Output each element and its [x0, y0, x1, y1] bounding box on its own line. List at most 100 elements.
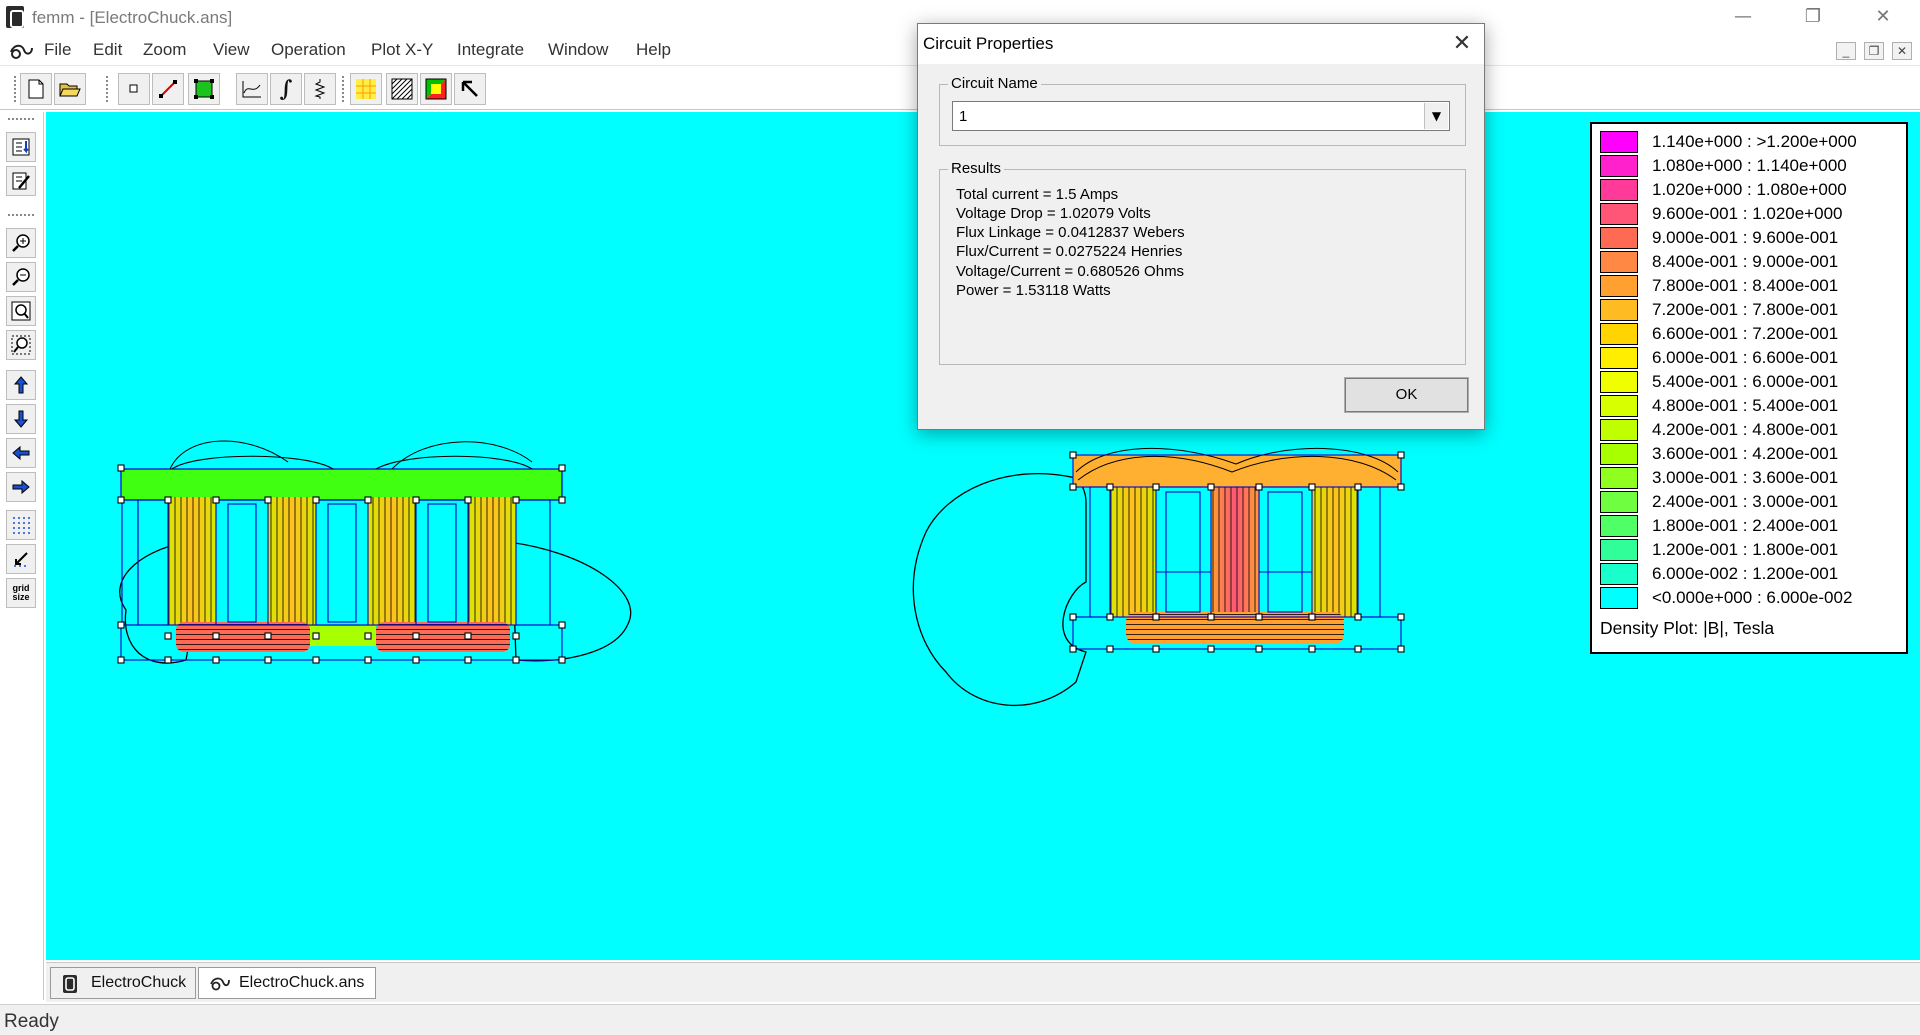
- minimize-button[interactable]: —: [1720, 2, 1766, 32]
- femm-app-icon: [6, 6, 24, 28]
- restore-button[interactable]: ❐: [1790, 2, 1836, 32]
- tab-label: ElectroChuck.ans: [239, 974, 365, 991]
- show-grid-icon[interactable]: [6, 510, 36, 540]
- snap-grid-icon[interactable]: [6, 544, 36, 574]
- ok-button[interactable]: OK: [1344, 377, 1469, 413]
- toolbar-grip[interactable]: [8, 214, 34, 217]
- edit-props-icon[interactable]: [6, 166, 36, 196]
- mdi-restore-button[interactable]: ❐: [1864, 42, 1884, 60]
- legend-swatch: [1600, 203, 1638, 225]
- dialog-title: Circuit Properties: [923, 34, 1054, 53]
- toolbar-grip[interactable]: [106, 76, 109, 102]
- legend-row: 3.600e-001 : 4.200e-001: [1600, 442, 1900, 466]
- legend-range: 1.200e-001 : 1.800e-001: [1652, 540, 1839, 559]
- legend-row: 3.000e-001 : 3.600e-001: [1600, 466, 1900, 490]
- postprocessor-icon: [209, 974, 231, 994]
- contour-plot-icon[interactable]: [350, 73, 382, 105]
- zoom-in-icon[interactable]: [6, 228, 36, 258]
- legend-row: 6.000e-002 : 1.200e-001: [1600, 562, 1900, 586]
- close-button[interactable]: ✕: [1860, 2, 1906, 32]
- menu-view[interactable]: View: [213, 40, 250, 60]
- legend-swatch: [1600, 395, 1638, 417]
- circuit-name-dropdown[interactable]: 1 ▼: [952, 101, 1450, 131]
- results-label: Results: [948, 160, 1005, 177]
- legend-swatch: [1600, 491, 1638, 513]
- legend-range: 1.080e+000 : 1.140e+000: [1652, 156, 1847, 175]
- legend-swatch: [1600, 227, 1638, 249]
- zoom-window-icon[interactable]: [6, 330, 36, 360]
- result-flux-per-current: Flux/Current = 0.0275224 Henries: [956, 243, 1183, 260]
- pan-right-icon[interactable]: [6, 472, 36, 502]
- result-voltage-drop: Voltage Drop = 1.02079 Volts: [956, 205, 1151, 222]
- legend-range: 7.200e-001 : 7.800e-001: [1652, 300, 1839, 319]
- result-flux-linkage: Flux Linkage = 0.0412837 Webers: [956, 224, 1185, 241]
- line-mode-icon[interactable]: [152, 73, 184, 105]
- menu-file[interactable]: File: [44, 40, 71, 60]
- postprocessor-icon[interactable]: [8, 40, 34, 62]
- grid-size-button[interactable]: grid size: [6, 578, 36, 608]
- pan-up-icon[interactable]: [6, 370, 36, 400]
- legend-range: 1.020e+000 : 1.080e+000: [1652, 180, 1847, 199]
- integrate-icon[interactable]: ∫: [270, 73, 302, 105]
- show-mesh-icon[interactable]: [6, 132, 36, 162]
- menu-window[interactable]: Window: [548, 40, 608, 60]
- toolbar-grip[interactable]: [14, 76, 17, 102]
- legend-row: 1.800e-001 : 2.400e-001: [1600, 514, 1900, 538]
- legend-range: 1.800e-001 : 2.400e-001: [1652, 516, 1839, 535]
- legend-swatch: [1600, 347, 1638, 369]
- open-file-icon[interactable]: [54, 73, 86, 105]
- menu-edit[interactable]: Edit: [93, 40, 122, 60]
- tab-electrochuck[interactable]: ElectroChuck: [50, 967, 196, 999]
- pan-down-icon[interactable]: [6, 404, 36, 434]
- menu-operation[interactable]: Operation: [271, 40, 346, 60]
- new-file-icon[interactable]: [20, 73, 52, 105]
- pan-left-icon[interactable]: [6, 438, 36, 468]
- zoom-natural-icon[interactable]: [6, 296, 36, 326]
- block-mode-icon[interactable]: [188, 73, 220, 105]
- toolbar-grip[interactable]: [342, 76, 345, 102]
- legend-swatch: [1600, 515, 1638, 537]
- menu-integrate[interactable]: Integrate: [457, 40, 524, 60]
- left-toolbar: grid size: [0, 112, 44, 1000]
- legend-swatch: [1600, 155, 1638, 177]
- left-model: [117, 440, 632, 664]
- vector-plot-icon[interactable]: [386, 73, 418, 105]
- legend-swatch: [1600, 419, 1638, 441]
- legend-row: 2.400e-001 : 3.000e-001: [1600, 490, 1900, 514]
- mdi-close-button[interactable]: ✕: [1892, 42, 1912, 60]
- toolbar-grip[interactable]: [8, 118, 34, 121]
- legend-row: 1.200e-001 : 1.800e-001: [1600, 538, 1900, 562]
- select-arrow-icon[interactable]: [454, 73, 486, 105]
- tab-label: ElectroChuck: [91, 974, 187, 991]
- menu-zoom[interactable]: Zoom: [143, 40, 186, 60]
- legend-row: 6.000e-001 : 6.600e-001: [1600, 346, 1900, 370]
- density-plot-icon[interactable]: [420, 73, 452, 105]
- dialog-close-button[interactable]: ✕: [1444, 28, 1480, 60]
- legend-row: 7.200e-001 : 7.800e-001: [1600, 298, 1900, 322]
- circuit-props-icon[interactable]: [304, 73, 336, 105]
- legend-swatch: [1600, 539, 1638, 561]
- legend-range: 4.200e-001 : 4.800e-001: [1652, 420, 1839, 439]
- circuit-properties-dialog: Circuit Properties ✕ Circuit Name 1 ▼ Re…: [917, 23, 1485, 430]
- legend-swatch: [1600, 563, 1638, 585]
- point-mode-icon[interactable]: [118, 73, 150, 105]
- legend-row: 1.020e+000 : 1.080e+000: [1600, 178, 1900, 202]
- menu-help[interactable]: Help: [636, 40, 671, 60]
- legend-row: 9.600e-001 : 1.020e+000: [1600, 202, 1900, 226]
- legend-range: 9.000e-001 : 9.600e-001: [1652, 228, 1839, 247]
- tab-electrochuck-ans[interactable]: ElectroChuck.ans: [198, 967, 376, 999]
- zoom-out-icon[interactable]: [6, 262, 36, 292]
- legend-row: 6.600e-001 : 7.200e-001: [1600, 322, 1900, 346]
- legend-row: 4.200e-001 : 4.800e-001: [1600, 418, 1900, 442]
- legend-row: 5.400e-001 : 6.000e-001: [1600, 370, 1900, 394]
- mdi-minimize-button[interactable]: _: [1836, 42, 1856, 60]
- plot-xy-icon[interactable]: [236, 73, 268, 105]
- chevron-down-icon[interactable]: ▼: [1424, 103, 1448, 129]
- legend-range: <0.000e+000 : 6.000e-002: [1652, 588, 1853, 607]
- legend-range: 3.600e-001 : 4.200e-001: [1652, 444, 1839, 463]
- legend-swatch: [1600, 179, 1638, 201]
- legend-row: 7.800e-001 : 8.400e-001: [1600, 274, 1900, 298]
- document-tab-bar: ElectroChuck ElectroChuck.ans: [46, 962, 1920, 1002]
- menu-plot-xy[interactable]: Plot X-Y: [371, 40, 433, 60]
- legend-swatch: [1600, 467, 1638, 489]
